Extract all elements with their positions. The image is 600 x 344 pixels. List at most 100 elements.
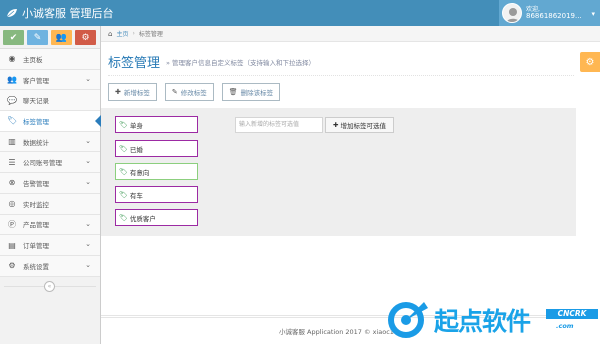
trash-icon: 🗑 xyxy=(228,88,238,96)
signal-icon[interactable]: ✔ xyxy=(3,30,24,45)
sidebar-item[interactable]: 👥 客户管理 ⌄ xyxy=(0,69,100,91)
eye-icon: ◎ xyxy=(8,199,16,209)
watermark-url: .com xyxy=(556,322,574,330)
sidebar-item[interactable]: Ⓟ 产品管理 ⌄ xyxy=(0,214,100,236)
users-icon: 👥 xyxy=(7,75,17,85)
chevron-down-icon: ⌄ xyxy=(85,219,91,228)
add-tag-button[interactable]: ✚ 新增标签 xyxy=(108,83,157,101)
user-menu[interactable]: 欢迎, 86861862019... ▾ xyxy=(499,0,600,26)
tag-label: 已婚 xyxy=(129,145,143,154)
dashboard-icon: ◉ xyxy=(8,54,16,64)
watermark-sub: CNCRK xyxy=(546,309,598,319)
sidebar-item[interactable]: ◉ 主页板 xyxy=(0,49,100,70)
avatar xyxy=(502,3,522,23)
page-title: 标签管理 xyxy=(108,56,161,71)
settings-cog-button[interactable]: ⚙ xyxy=(580,52,600,72)
alert-icon: ⊗ xyxy=(8,178,16,188)
edit-tag-label: 修改标签 xyxy=(180,89,207,97)
edit-icon: ✎ xyxy=(171,88,178,96)
navbar: 小诚客服 管理后台 欢迎, 86861862019... ▾ xyxy=(0,0,600,26)
sidebar-item-label: 产品管理 xyxy=(23,221,49,230)
breadcrumb-separator: › xyxy=(132,30,135,37)
chevron-down-icon: ⌄ xyxy=(85,157,91,166)
sidebar-item-label: 主页板 xyxy=(23,55,43,64)
bar-chart-icon: ▥ xyxy=(8,137,16,147)
chevron-down-icon: ⌄ xyxy=(85,136,91,145)
tag-label: 有意向 xyxy=(129,168,150,177)
sidebar-item-label: 数据统计 xyxy=(23,138,49,147)
tag-icon: 🏷 xyxy=(119,167,128,176)
add-tag-value-label: 增加标签可选值 xyxy=(340,122,386,130)
pencil-icon[interactable]: ✎ xyxy=(27,30,48,45)
sidebar-item[interactable]: ⚙ 系统设置 ⌄ xyxy=(0,255,100,277)
sidebar-item-label: 标签管理 xyxy=(23,117,49,126)
sidebar-collapse: « xyxy=(0,280,100,294)
sidebar-item-label: 实时监控 xyxy=(23,200,49,209)
cogs-icon[interactable]: ⚙ xyxy=(75,30,96,45)
breadcrumb-current: 标签管理 xyxy=(138,31,163,38)
sidebar-item-label: 公司账号管理 xyxy=(23,159,62,168)
sidebar-item[interactable]: ▥ 数据统计 ⌄ xyxy=(0,131,100,153)
sidebar-item[interactable]: ☰ 公司账号管理 ⌄ xyxy=(0,152,100,174)
chevron-down-icon: ⌄ xyxy=(85,240,91,249)
sidebar: ✔ ✎ 👥 ⚙ ◉ 主页板 👥 客户管理 ⌄ 💬 聊天记录 🏷 标签管理 ▥ 数据统计 ⌄ ☰ 公司账号管理 ⌄ ⊗… xyxy=(0,26,101,344)
tag-item[interactable]: 🏷 有意向 xyxy=(115,163,198,180)
tag-icon: 🏷 xyxy=(119,213,128,222)
chevron-down-icon: ⌄ xyxy=(85,74,91,83)
delete-tag-label: 删除该标签 xyxy=(240,89,274,97)
list-icon: ☰ xyxy=(8,157,16,167)
sidebar-item[interactable]: 💬 聊天记录 xyxy=(0,90,100,112)
footer-text: 小诚客服 Application 2017 © xiaoc10 xyxy=(278,328,399,336)
add-tag-label: 新增标签 xyxy=(123,89,150,97)
tag-label: 单身 xyxy=(129,121,143,130)
sidebar-item[interactable]: ⊗ 告警管理 ⌄ xyxy=(0,173,100,194)
watermark: 起点软件 CNCRK .com xyxy=(384,296,600,344)
brand-logo-icon xyxy=(388,302,428,338)
sidebar-item-label: 聊天记录 xyxy=(23,97,49,106)
breadcrumb: ⌂ 主页 › 标签管理 xyxy=(101,26,600,42)
double-angle-left-icon[interactable]: « xyxy=(44,281,55,292)
user-id: 86861862019... xyxy=(526,12,582,20)
tags-icon: 🏷 xyxy=(7,116,18,126)
sidebar-item-label: 客户管理 xyxy=(23,76,49,85)
leaf-icon xyxy=(6,9,17,18)
comments-icon: 💬 xyxy=(7,95,17,105)
order-icon: ▤ xyxy=(8,240,16,250)
tag-icon: 🏷 xyxy=(119,120,128,129)
plus-icon: ✚ xyxy=(333,121,339,129)
tag-label: 优质客户 xyxy=(129,214,156,223)
tag-icon: 🏷 xyxy=(119,144,128,153)
sidebar-item[interactable]: ▤ 订单管理 ⌄ xyxy=(0,235,100,256)
gear-icon: ⚙ xyxy=(8,261,16,271)
product-icon: Ⓟ xyxy=(8,219,16,229)
breadcrumb-home[interactable]: 主页 xyxy=(116,29,128,38)
add-tag-value-button[interactable]: ✚ 增加标签可选值 xyxy=(325,117,394,133)
app-title: 小诚客服 管理后台 xyxy=(22,7,114,20)
caret-down-icon: ▾ xyxy=(591,10,595,18)
page-header: 标签管理 » 管理客户信息自定义标签（支持输入和下拉选择） xyxy=(108,48,574,76)
sidebar-item[interactable]: ◎ 实时监控 xyxy=(0,193,100,215)
home-icon[interactable]: ⌂ xyxy=(108,30,112,38)
sidebar-item[interactable]: 🏷 标签管理 xyxy=(0,111,101,132)
tag-icon: 🏷 xyxy=(119,190,128,199)
tag-item[interactable]: 🏷 优质客户 xyxy=(115,209,198,226)
sidebar-item-label: 订单管理 xyxy=(23,242,49,251)
tag-value-input[interactable]: 输入新增的标签可选值 xyxy=(235,117,323,133)
chevron-down-icon: ⌄ xyxy=(85,178,91,187)
tag-item[interactable]: 🏷 单身 xyxy=(115,116,198,133)
sidebar-item-label: 系统设置 xyxy=(23,262,49,271)
sidebar-item-label: 告警管理 xyxy=(23,179,49,188)
edit-tag-button[interactable]: ✎ 修改标签 xyxy=(164,83,214,101)
tag-item[interactable]: 🏷 有车 xyxy=(115,186,198,203)
tag-item[interactable]: 🏷 已婚 xyxy=(115,140,198,157)
users-icon[interactable]: 👥 xyxy=(51,30,72,45)
page-subtitle: » 管理客户信息自定义标签（支持输入和下拉选择） xyxy=(166,58,316,67)
brand[interactable]: 小诚客服 管理后台 xyxy=(6,5,114,21)
sidebar-shortcuts: ✔ ✎ 👥 ⚙ xyxy=(0,26,100,49)
plus-icon: ✚ xyxy=(115,88,121,96)
delete-tag-button[interactable]: 🗑 删除该标签 xyxy=(221,83,281,101)
tag-panel: 输入新增的标签可选值 ✚ 增加标签可选值 🏷 单身 🏷 已婚 🏷 有意向 🏷 有车 🏷 优质客户 xyxy=(101,108,576,236)
chevron-down-icon: ⌄ xyxy=(85,260,91,269)
watermark-brand: 起点软件 xyxy=(434,307,531,336)
tag-toolbar: ✚ 新增标签 ✎ 修改标签 🗑 删除该标签 xyxy=(108,83,281,101)
